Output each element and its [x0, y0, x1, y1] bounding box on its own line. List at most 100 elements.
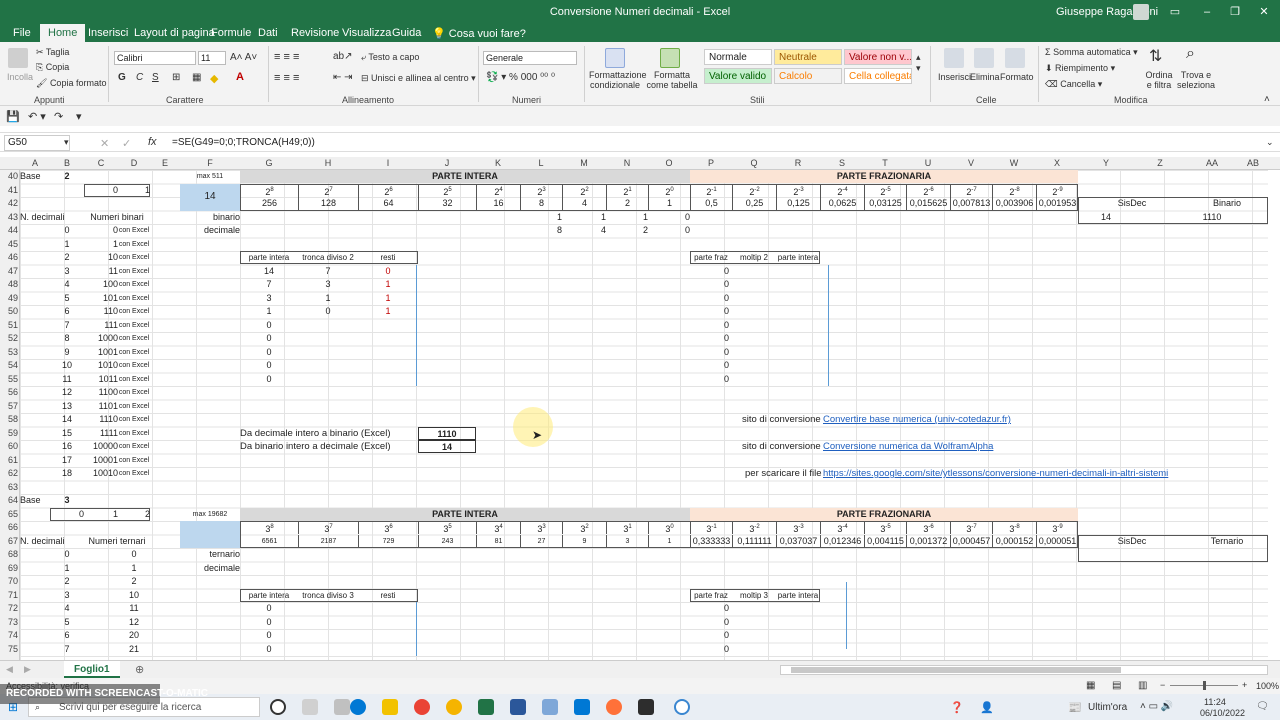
page-break-icon[interactable]: ▥ [1138, 680, 1147, 691]
name-box[interactable]: G50 [4, 135, 70, 151]
paste-button[interactable]: Incolla [7, 72, 33, 82]
column-header[interactable]: N [606, 158, 648, 168]
news-label[interactable]: Ultim'ora [1088, 702, 1127, 713]
enter-icon[interactable]: ✓ [122, 137, 131, 150]
style-good[interactable]: Valore valido [704, 68, 772, 84]
file-explorer-icon[interactable] [382, 699, 398, 715]
decimal-part[interactable]: 2 [606, 224, 648, 237]
column-header[interactable]: E [150, 158, 180, 168]
binary-value[interactable]: 10000 [84, 440, 118, 453]
column-header[interactable]: AB [1238, 158, 1268, 168]
decimal-value[interactable]: 7 [50, 643, 84, 656]
column-header[interactable]: A [20, 158, 50, 168]
binary-value[interactable]: 100 [84, 278, 118, 291]
row-label[interactable]: decimale [180, 562, 240, 575]
column-header[interactable]: X [1036, 158, 1078, 168]
resto-value[interactable]: 1 [358, 305, 418, 318]
tronca-value[interactable]: 1 [298, 292, 358, 305]
ternary-value[interactable]: 2 [118, 575, 150, 588]
row-header[interactable]: 69 [0, 563, 18, 573]
row-header[interactable]: 57 [0, 401, 18, 411]
style-normal[interactable]: Normale [704, 49, 772, 65]
decimal-value[interactable]: 5 [50, 292, 84, 305]
tronca-value[interactable]: 7 [298, 265, 358, 278]
column-header[interactable]: R [776, 158, 820, 168]
column-header[interactable]: Q [732, 158, 776, 168]
decimal-value[interactable]: 4 [50, 278, 84, 291]
fill-button[interactable]: ⬇ Riempimento ▾ [1045, 63, 1115, 74]
decimal-value[interactable]: 3 [50, 265, 84, 278]
label-text[interactable]: Da decimale intero a binario (Excel) [240, 427, 420, 440]
row-header[interactable]: 59 [0, 428, 18, 438]
row-header[interactable]: 41 [0, 185, 18, 195]
column-header[interactable]: M [562, 158, 606, 168]
row-header[interactable]: 60 [0, 441, 18, 451]
fraction-value[interactable]: 0 [724, 602, 768, 615]
binary-value[interactable]: 1001 [84, 346, 118, 359]
widgets-icon[interactable] [334, 699, 350, 715]
ternary-value[interactable]: 1 [118, 562, 150, 575]
row-header[interactable]: 62 [0, 468, 18, 478]
redo-icon[interactable]: ↷ [54, 110, 63, 123]
tronca-value[interactable]: 3 [298, 278, 358, 291]
row-label[interactable]: ternario [180, 548, 240, 561]
binary-digit[interactable]: 1 [606, 211, 648, 224]
column-header[interactable]: Y [1078, 158, 1134, 168]
tab-file[interactable]: File [13, 27, 31, 39]
decimal-value[interactable]: 9 [50, 346, 84, 359]
conexcel-label[interactable]: con Excel [118, 238, 150, 251]
binary-value[interactable]: 10001 [84, 454, 118, 467]
download-link[interactable]: https://sites.google.com/site/ytlessons/… [823, 467, 1243, 480]
fraction-value[interactable]: 0 [724, 346, 768, 359]
column-header[interactable]: W [992, 158, 1036, 168]
column-header[interactable]: J [418, 158, 476, 168]
clear-button[interactable]: ⌫ Cancella ▾ [1045, 79, 1102, 90]
conexcel-label[interactable]: con Excel [118, 400, 150, 413]
conexcel-label[interactable]: con Excel [118, 265, 150, 278]
insert-function-icon[interactable]: fx [148, 136, 157, 148]
row-header[interactable]: 68 [0, 549, 18, 559]
decimal-value[interactable]: 6 [50, 629, 84, 642]
decimal-part[interactable]: 0 [648, 224, 690, 237]
format-cells-icon[interactable] [1005, 48, 1025, 68]
parte-intera-value[interactable]: 14 [240, 265, 298, 278]
binary-value[interactable]: 0 [84, 224, 118, 237]
column-header[interactable]: S [820, 158, 864, 168]
row-header[interactable]: 44 [0, 225, 18, 235]
column-header[interactable]: P [690, 158, 732, 168]
formula-input[interactable]: =SE(G49=0;0;TRONCA(H49;0)) [172, 137, 315, 148]
decimal-value[interactable]: 13 [50, 400, 84, 413]
conexcel-label[interactable]: con Excel [118, 224, 150, 237]
row-header[interactable]: 71 [0, 590, 18, 600]
binary-value[interactable]: 110 [84, 305, 118, 318]
close-icon[interactable]: ✕ [1257, 5, 1271, 19]
copy-button[interactable]: ⎘ Copia [36, 62, 69, 73]
add-sheet-icon[interactable]: ⊕ [135, 663, 144, 676]
value-display[interactable]: 14 [180, 190, 240, 203]
conexcel-label[interactable]: con Excel [118, 319, 150, 332]
label-text[interactable]: Da binario intero a decimale (Excel) [240, 440, 420, 453]
tab-scroll-left-icon[interactable]: ◀ [6, 664, 13, 675]
column-header[interactable]: V [950, 158, 992, 168]
terminal-icon[interactable] [638, 699, 654, 715]
binary-value[interactable]: 1010 [84, 359, 118, 372]
style-neutral[interactable]: Neutrale [774, 49, 842, 65]
sort-filter-button[interactable]: Ordina e filtra [1142, 70, 1176, 90]
page-layout-icon[interactable]: ▤ [1112, 680, 1121, 691]
parte-intera-value[interactable]: 0 [240, 629, 298, 642]
column-header[interactable]: T [864, 158, 906, 168]
result-cell[interactable]: 1110 [418, 426, 476, 440]
ternary-value[interactable]: 20 [118, 629, 150, 642]
paste-icon[interactable] [8, 48, 28, 68]
zoom-out-icon[interactable]: − [1160, 680, 1165, 690]
tronca-value[interactable]: 0 [298, 305, 358, 318]
delete-cells-icon[interactable] [974, 48, 994, 68]
tell-me-box[interactable]: 💡 Cosa vuoi fare? [432, 27, 526, 40]
decimal-value[interactable]: 11 [50, 373, 84, 386]
resto-value[interactable]: 0 [358, 265, 418, 278]
column-header[interactable]: K [476, 158, 520, 168]
column-header[interactable]: C [84, 158, 118, 168]
app-icon[interactable] [542, 699, 558, 715]
binary-value[interactable]: 1110 [84, 413, 118, 426]
conversion-link-2[interactable]: Conversione numerica da WolframAlpha [823, 440, 1043, 453]
